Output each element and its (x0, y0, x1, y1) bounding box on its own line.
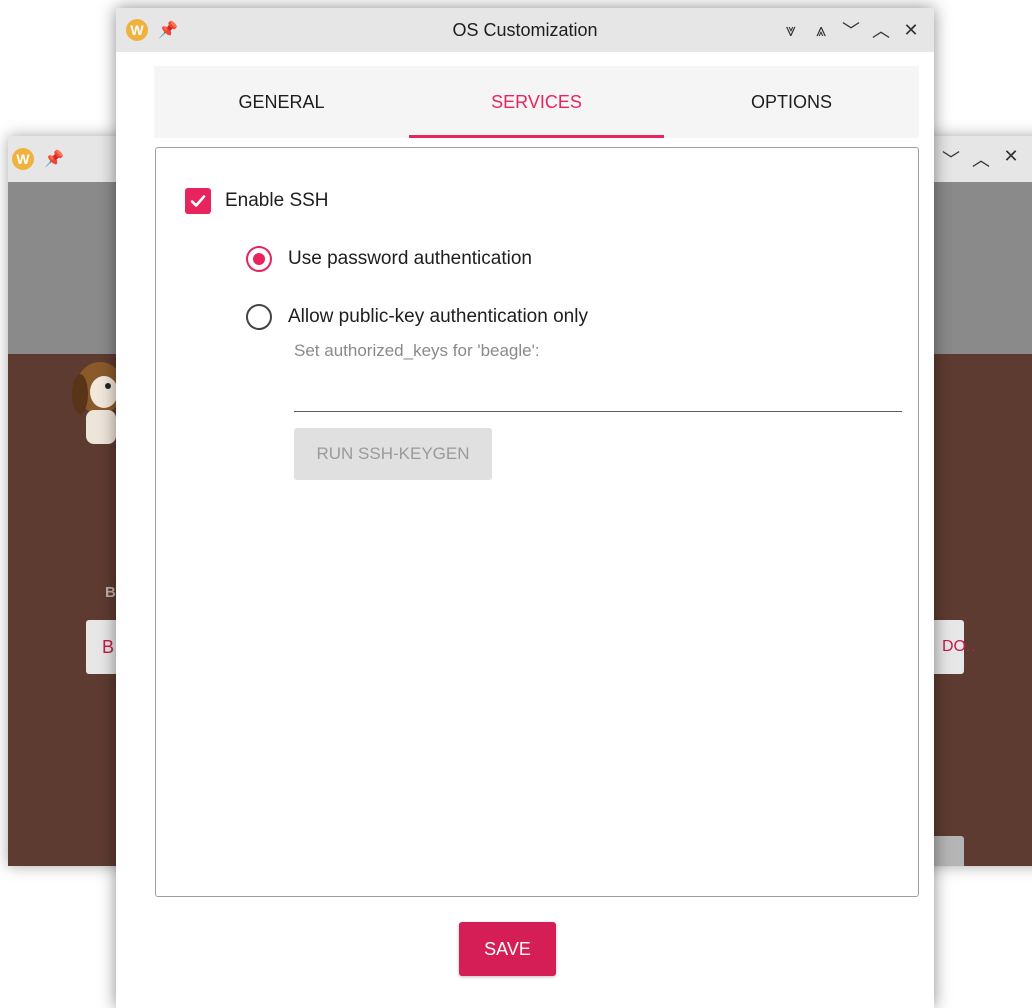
password-auth-label: Use password authentication (288, 248, 532, 269)
enable-ssh-checkbox[interactable] (185, 188, 211, 214)
maximize-icon[interactable]: ︿ (866, 17, 896, 43)
app-logo-icon: W (12, 148, 34, 170)
pubkey-auth-row[interactable]: Allow public-key authentication only (246, 304, 588, 330)
save-button[interactable]: SAVE (459, 922, 556, 976)
close-icon[interactable]: ✕ (896, 20, 926, 41)
dialog-window-controls: ⩔ ⩓ ﹀ ︿ ✕ (776, 8, 926, 52)
pubkey-auth-label: Allow public-key authentication only (288, 306, 588, 327)
enable-ssh-row[interactable]: Enable SSH (185, 188, 329, 214)
password-auth-radio[interactable] (246, 246, 272, 272)
dialog-titlebar: W 📌 OS Customization ⩔ ⩓ ﹀ ︿ ✕ (116, 8, 934, 52)
pin-icon[interactable]: 📌 (158, 20, 178, 40)
password-auth-row[interactable]: Use password authentication (246, 246, 532, 272)
tab-services[interactable]: SERVICES (409, 66, 664, 138)
minimize-icon[interactable]: ﹀ (936, 146, 966, 172)
checkmark-icon (190, 195, 206, 207)
close-icon[interactable]: ✕ (996, 146, 1026, 172)
os-customization-dialog: W 📌 OS Customization ⩔ ⩓ ﹀ ︿ ✕ GENERAL S… (116, 8, 934, 1008)
tab-options[interactable]: OPTIONS (664, 66, 919, 138)
tab-general[interactable]: GENERAL (154, 66, 409, 138)
enable-ssh-label: Enable SSH (225, 190, 329, 211)
authorized-keys-label: Set authorized_keys for 'beagle': (294, 341, 540, 360)
pin-icon[interactable]: 📌 (44, 149, 64, 169)
tab-bar: GENERAL SERVICES OPTIONS (154, 66, 919, 138)
run-ssh-keygen-button[interactable]: RUN SSH-KEYGEN (294, 428, 492, 480)
pubkey-auth-radio[interactable] (246, 304, 272, 330)
keep-below-icon[interactable]: ⩔ (776, 20, 806, 41)
app-logo-icon: W (126, 19, 148, 41)
maximize-icon[interactable]: ︿ (966, 146, 996, 172)
background-section-label: B (105, 584, 116, 601)
services-panel: Enable SSH Use password authentication A… (155, 147, 919, 897)
minimize-icon[interactable]: ﹀ (836, 17, 866, 43)
authorized-keys-input[interactable] (294, 411, 902, 412)
background-left-button[interactable]: B (86, 620, 120, 674)
background-window-controls: ﹀ ︿ ✕ (936, 146, 1026, 172)
keep-above-icon[interactable]: ⩓ (806, 20, 836, 41)
